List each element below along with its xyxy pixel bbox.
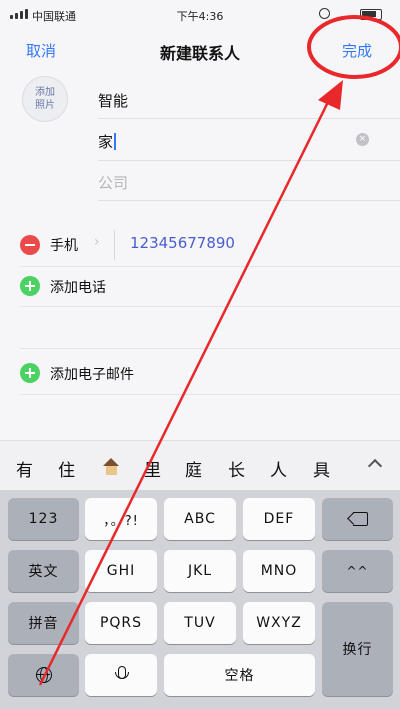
done-button[interactable]: 完成 bbox=[342, 40, 372, 61]
add-email-label[interactable]: 添加电子邮件 bbox=[50, 364, 134, 384]
divider bbox=[114, 230, 115, 260]
globe-key[interactable] bbox=[8, 654, 79, 696]
nav-bar: 取消 新建联系人 完成 bbox=[0, 30, 400, 70]
last-name-field[interactable]: 智能 bbox=[98, 80, 388, 118]
first-name-value: 家 bbox=[98, 133, 114, 151]
page-title: 新建联系人 bbox=[159, 44, 240, 63]
space-key[interactable]: 空格 bbox=[164, 654, 315, 696]
microphone-icon bbox=[115, 666, 129, 684]
candidate-bar: 有 住 里 庭 长 人 具 bbox=[0, 440, 400, 490]
backspace-icon bbox=[348, 512, 368, 526]
status-bar: 中国联通 下午4:36 bbox=[0, 0, 400, 30]
divider bbox=[20, 306, 400, 307]
key-abc[interactable]: ABC bbox=[164, 498, 236, 540]
chevron-up-icon[interactable] bbox=[367, 458, 383, 474]
key-ghi[interactable]: GHI bbox=[85, 550, 157, 592]
divider bbox=[20, 266, 400, 267]
add-phone-label[interactable]: 添加电话 bbox=[50, 277, 106, 297]
key-mno[interactable]: MNO bbox=[243, 550, 315, 592]
key-tuv[interactable]: TUV bbox=[164, 602, 236, 644]
house-icon[interactable] bbox=[103, 458, 120, 475]
clear-icon[interactable]: × bbox=[356, 133, 369, 146]
company-placeholder: 公司 bbox=[98, 174, 129, 192]
chevron-right-icon[interactable]: › bbox=[94, 234, 100, 250]
emoji-icon: ^^ bbox=[346, 564, 369, 578]
numbers-key[interactable]: 123 bbox=[8, 498, 79, 540]
first-name-field[interactable]: 家 bbox=[98, 121, 388, 159]
phone-number-field[interactable]: 12345677890 bbox=[130, 234, 235, 252]
add-email-icon[interactable] bbox=[20, 363, 40, 383]
globe-icon bbox=[35, 667, 52, 683]
divider bbox=[98, 160, 400, 161]
divider bbox=[98, 200, 400, 201]
clock: 下午4:36 bbox=[176, 10, 224, 23]
divider bbox=[20, 348, 400, 349]
add-photo-label-line2: 照片 bbox=[35, 100, 55, 111]
candidate-word[interactable]: 具 bbox=[313, 456, 330, 481]
key-pqrs[interactable]: PQRS bbox=[85, 602, 157, 644]
last-name-value: 智能 bbox=[98, 92, 129, 110]
candidate-word[interactable]: 庭 bbox=[185, 456, 202, 481]
keyboard: 123 ，。?! ABC DEF 英文 GHI JKL MNO ^^ 拼音 PQ… bbox=[0, 490, 400, 709]
battery-icon bbox=[360, 9, 382, 20]
add-phone-icon[interactable] bbox=[20, 276, 40, 296]
emoji-key[interactable]: ^^ bbox=[322, 550, 393, 592]
punctuation-key[interactable]: ，。?! bbox=[85, 498, 157, 540]
phone-row: 手机 › 12345677890 bbox=[0, 222, 400, 266]
return-key[interactable]: 换行 bbox=[322, 602, 393, 696]
company-field[interactable]: 公司 bbox=[98, 162, 388, 200]
divider bbox=[98, 118, 400, 119]
key-def[interactable]: DEF bbox=[243, 498, 315, 540]
candidate-word[interactable]: 有 bbox=[16, 456, 33, 481]
text-cursor bbox=[114, 133, 117, 150]
candidate-word[interactable]: 人 bbox=[270, 456, 287, 481]
key-jkl[interactable]: JKL bbox=[164, 550, 236, 592]
rotation-lock-icon bbox=[319, 8, 330, 19]
candidate-word[interactable]: 住 bbox=[58, 456, 75, 481]
key-wxyz[interactable]: WXYZ bbox=[243, 602, 315, 644]
english-key[interactable]: 英文 bbox=[8, 550, 79, 592]
add-photo-button[interactable]: 添加 照片 bbox=[22, 76, 68, 122]
pinyin-key[interactable]: 拼音 bbox=[8, 602, 79, 644]
add-photo-label-line1: 添加 bbox=[35, 87, 55, 98]
voice-key[interactable] bbox=[85, 654, 157, 696]
backspace-key[interactable] bbox=[322, 498, 393, 540]
remove-phone-icon[interactable] bbox=[20, 235, 40, 255]
candidate-word[interactable]: 长 bbox=[228, 456, 245, 481]
divider bbox=[20, 394, 400, 395]
phone-type-label[interactable]: 手机 bbox=[50, 235, 78, 255]
candidate-word[interactable]: 里 bbox=[144, 456, 161, 481]
